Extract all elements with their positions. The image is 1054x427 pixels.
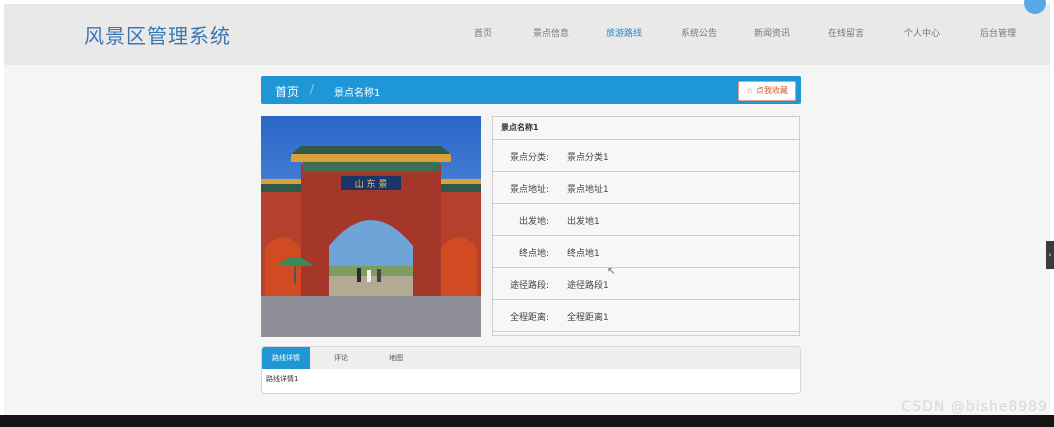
info-row-address: 景点地址: 景点地址1 [493, 172, 799, 204]
tab-comments[interactable]: 评论 [324, 347, 358, 369]
info-key: 景点分类: [509, 153, 549, 163]
tab-content: 路线详情1 [266, 375, 299, 383]
breadcrumb: 首页 / 景点名称1 ☆ 点我收藏 [261, 76, 801, 104]
nav-travel-routes[interactable]: 旅游路线 [606, 26, 642, 39]
scenic-photo: 山 东 景 [261, 116, 481, 337]
info-key: 出发地: [518, 217, 549, 227]
nav-home[interactable]: 首页 [474, 26, 492, 39]
info-key: 途径路段: [509, 281, 549, 291]
mouse-pointer-icon: ↖ [607, 266, 616, 277]
nav-scenic-info[interactable]: 景点信息 [533, 26, 569, 39]
tab-route-details[interactable]: 路线详情 [262, 347, 310, 369]
nav-admin[interactable]: 后台管理 [980, 26, 1016, 39]
info-value: 全程距离1 [567, 313, 609, 323]
info-key: 景点地址: [509, 185, 549, 195]
top-navbar: 风景区管理系统 首页 景点信息 旅游路线 系统公告 新闻资讯 在线留言 个人中心… [4, 0, 1050, 65]
info-row-category: 景点分类: 景点分类1 [493, 140, 799, 172]
info-row-distance: 全程距离: 全程距离1 [493, 300, 799, 332]
info-row-destination: 终点地: 终点地1 [493, 236, 799, 268]
info-row-via: 途径路段: 途径路段1 [493, 268, 799, 300]
watermark: CSDN @bishe8989 [901, 399, 1048, 415]
svg-text:山 东 景: 山 东 景 [355, 178, 388, 190]
breadcrumb-separator: / [310, 82, 315, 96]
breadcrumb-current: 景点名称1 [334, 88, 381, 99]
info-key: 终点地: [518, 249, 549, 259]
tab-map[interactable]: 地图 [379, 347, 413, 369]
info-value: 景点地址1 [567, 185, 609, 195]
nav-announcements[interactable]: 系统公告 [681, 26, 717, 39]
route-info-title: 景点名称1 [493, 117, 799, 140]
info-value: 终点地1 [567, 249, 600, 259]
info-key: 全程距离: [509, 313, 549, 323]
breadcrumb-home[interactable]: 首页 [275, 83, 299, 100]
info-value: 景点分类1 [567, 153, 609, 163]
detail-tabs: 路线详情 评论 地图 路线详情1 [261, 346, 801, 394]
nav-messages[interactable]: 在线留言 [828, 26, 864, 39]
floating-circle-button[interactable] [1024, 0, 1046, 14]
page: 风景区管理系统 首页 景点信息 旅游路线 系统公告 新闻资讯 在线留言 个人中心… [4, 0, 1050, 415]
tab-bar: 路线详情 评论 地图 [262, 347, 800, 369]
info-value: 出发地1 [567, 217, 600, 227]
bottom-bar [0, 415, 1054, 427]
nav-profile[interactable]: 个人中心 [904, 26, 940, 39]
info-row-departure: 出发地: 出发地1 [493, 204, 799, 236]
favorite-button[interactable]: ☆ 点我收藏 [738, 81, 796, 101]
site-title: 风景区管理系统 [84, 24, 231, 48]
side-collapse-tab[interactable]: ‹ [1046, 241, 1054, 269]
route-info-table: 景点名称1 景点分类: 景点分类1 景点地址: 景点地址1 出发地: 出发地1 … [492, 116, 800, 336]
info-value: 途径路段1 [567, 281, 609, 291]
nav-news[interactable]: 新闻资讯 [754, 26, 790, 39]
